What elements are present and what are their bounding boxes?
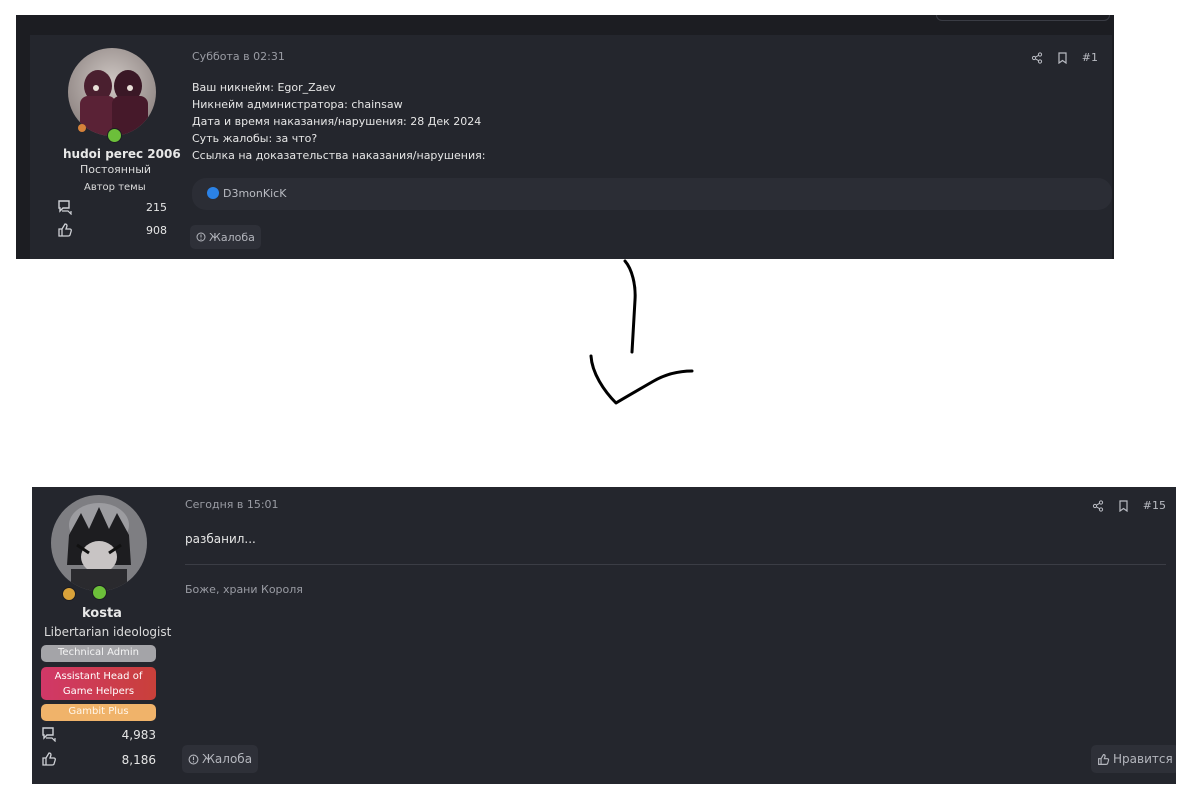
messages-icon: [42, 727, 56, 742]
like-button[interactable]: Нравится: [1091, 745, 1176, 773]
post-actions: #15: [1092, 499, 1166, 512]
thumbs-up-icon: [42, 752, 56, 766]
top-bar-control[interactable]: [936, 15, 1110, 21]
thumbs-up-icon: [58, 223, 72, 237]
status-indicator: [78, 124, 86, 132]
messages-stat: 4,983: [41, 726, 156, 742]
like-reaction-icon: [207, 187, 219, 199]
role-badge-assistant-head[interactable]: Assistant Head of Game Helpers: [41, 667, 156, 700]
reactions-bar[interactable]: D3monKicK: [192, 178, 1112, 210]
thumbs-up-icon: [1098, 753, 1110, 765]
share-icon[interactable]: [1031, 51, 1043, 64]
post-date[interactable]: Суббота в 02:31: [192, 50, 285, 63]
role-badge-gambit-plus[interactable]: Gambit Plus: [41, 704, 156, 721]
username[interactable]: kosta: [82, 606, 122, 621]
reactions-count: 908: [146, 224, 167, 237]
online-badge-icon: [92, 585, 107, 600]
body-line: Суть жалобы: за что?: [192, 132, 318, 145]
bookmark-icon[interactable]: [1118, 499, 1129, 512]
report-button[interactable]: Жалоба: [182, 745, 259, 773]
hand-drawn-arrow: [589, 259, 694, 405]
reactions-stat: 908: [57, 222, 167, 238]
gold-badge-icon: [62, 587, 76, 601]
forum-post: hudoi perec 2006 Постоянный Автор темы 2…: [30, 35, 1112, 259]
messages-icon: [58, 200, 72, 215]
report-button[interactable]: Жалоба: [190, 225, 261, 249]
report-icon: [188, 754, 199, 764]
role-badge-technical-admin[interactable]: Technical Admin: [41, 645, 156, 662]
post-body: Ваш никнейм: Egor_Zaev Никнейм администр…: [192, 79, 485, 164]
reactions-stat: 8,186: [41, 751, 156, 767]
avatar[interactable]: [51, 495, 147, 591]
bookmark-icon[interactable]: [1057, 51, 1068, 64]
page-top-bar: [16, 15, 1114, 35]
post-body: разбанил...: [185, 532, 256, 546]
report-label: Жалоба: [202, 752, 253, 766]
post-screenshot-bottom: kosta Libertarian ideologist Technical A…: [32, 487, 1176, 784]
signature-divider: [185, 564, 1166, 565]
post-number[interactable]: #1: [1082, 51, 1098, 64]
messages-count: 215: [146, 201, 167, 214]
like-label: Нравится: [1113, 752, 1173, 766]
reaction-user[interactable]: D3monKicK: [223, 187, 286, 200]
body-line: Никнейм администратора: chainsaw: [192, 98, 403, 111]
thread-author-label: Автор темы: [84, 182, 146, 193]
avatar[interactable]: [68, 48, 156, 136]
online-badge-icon: [107, 128, 122, 143]
post-actions: #1: [1031, 51, 1098, 64]
messages-count: 4,983: [121, 728, 156, 742]
reactions-count: 8,186: [121, 753, 156, 767]
messages-stat: 215: [57, 199, 167, 215]
report-icon: [196, 232, 206, 242]
user-title: Libertarian ideologist: [44, 625, 172, 639]
post-number[interactable]: #15: [1143, 499, 1166, 512]
body-line: Ваш никнейм: Egor_Zaev: [192, 81, 336, 94]
signature: Боже, храни Короля: [185, 583, 303, 596]
post-screenshot-top: hudoi perec 2006 Постоянный Автор темы 2…: [16, 15, 1114, 259]
report-label: Жалоба: [209, 230, 255, 244]
body-line: Дата и время наказания/нарушения: 28 Дек…: [192, 115, 482, 128]
body-line: Ссылка на доказательства наказания/наруш…: [192, 149, 486, 162]
user-title: Постоянный: [80, 163, 152, 176]
username[interactable]: hudoi perec 2006: [63, 147, 181, 161]
post-date[interactable]: Сегодня в 15:01: [185, 498, 279, 511]
share-icon[interactable]: [1092, 499, 1104, 512]
